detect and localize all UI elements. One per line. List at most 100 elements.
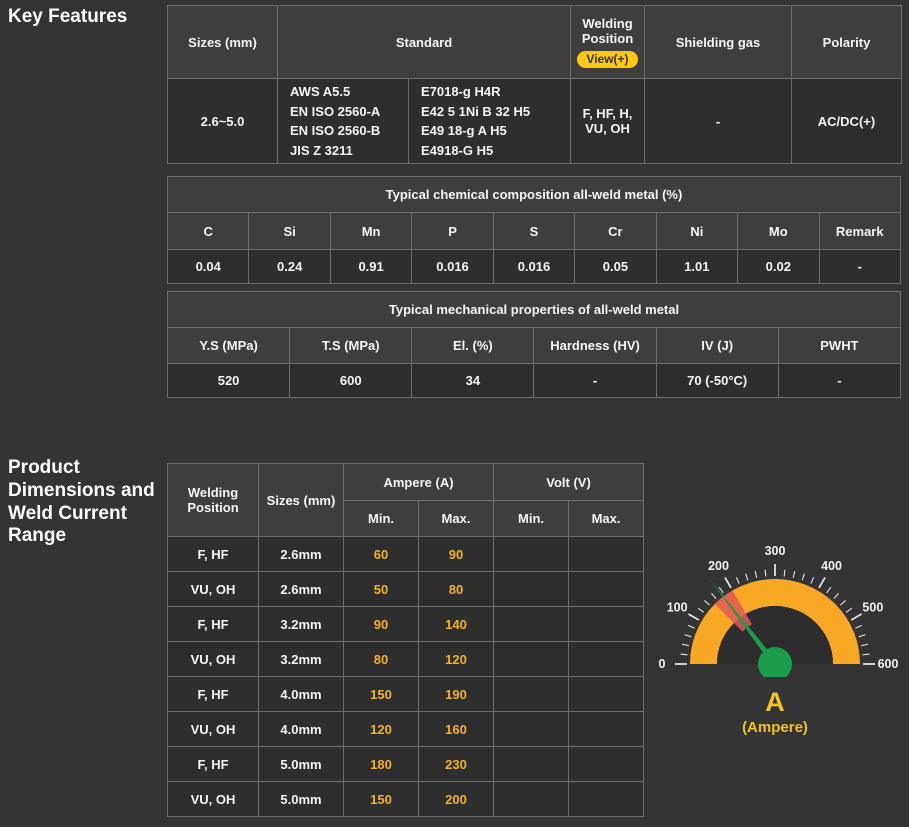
mech-value-cell: -	[534, 364, 656, 398]
ampere-min-cell: 120	[344, 712, 419, 747]
current-position-cell: VU, OH	[168, 782, 259, 817]
chem-header-cell: Mn	[330, 213, 411, 250]
current-table-row: VU, OH4.0mm120160	[168, 712, 644, 747]
chem-value-cell: 0.02	[738, 250, 819, 284]
volt-min-header: Min.	[494, 501, 569, 537]
current-position-cell: VU, OH	[168, 712, 259, 747]
chem-value-cell: 0.05	[575, 250, 656, 284]
current-table-row: F, HF4.0mm150190	[168, 677, 644, 712]
chem-value-cell: -	[819, 250, 901, 284]
mech-value-cell: 34	[412, 364, 534, 398]
gauge-minor-tick	[711, 593, 716, 598]
current-table-row: VU, OH5.0mm150200	[168, 782, 644, 817]
volt-min-cell	[494, 712, 569, 747]
chem-header-cell: Cr	[575, 213, 656, 250]
volt-max-cell	[569, 607, 644, 642]
gauge-major-tick	[688, 614, 698, 620]
gauge-tick-label: 600	[878, 657, 899, 671]
current-position-cell: F, HF	[168, 747, 259, 782]
gauge-minor-tick	[685, 635, 692, 637]
ampere-min-cell: 50	[344, 572, 419, 607]
current-position-cell: VU, OH	[168, 572, 259, 607]
chem-header-cell: P	[412, 213, 493, 250]
gauge-minor-tick	[746, 574, 748, 581]
ampere-max-cell: 90	[419, 537, 494, 572]
product-spec-page: Key Features Product Dimensions and Weld…	[0, 0, 909, 827]
chem-header-cell: Si	[249, 213, 330, 250]
ampere-max-cell: 160	[419, 712, 494, 747]
gauge-tick-label: 100	[667, 601, 688, 615]
ampere-min-header: Min.	[344, 501, 419, 537]
ampere-max-cell: 230	[419, 747, 494, 782]
current-table-row: F, HF5.0mm180230	[168, 747, 644, 782]
mech-value-cell: 600	[290, 364, 412, 398]
spec-header-polarity: Polarity	[792, 6, 902, 79]
volt-min-cell	[494, 642, 569, 677]
chem-header-cell: C	[168, 213, 249, 250]
ampere-min-cell: 150	[344, 782, 419, 817]
view-plus-button[interactable]: View(+)	[577, 51, 637, 68]
gauge-tick-label: 400	[821, 559, 842, 573]
ampere-max-cell: 140	[419, 607, 494, 642]
current-position-cell: F, HF	[168, 537, 259, 572]
current-size-cell: 3.2mm	[259, 607, 344, 642]
current-size-cell: 2.6mm	[259, 537, 344, 572]
volt-max-header: Max.	[569, 501, 644, 537]
ampere-min-cell: 80	[344, 642, 419, 677]
volt-max-cell	[569, 747, 644, 782]
current-table-row: F, HF2.6mm6090	[168, 537, 644, 572]
current-position-cell: F, HF	[168, 677, 259, 712]
spec-value-welding-position: F, HF, H, VU, OH	[571, 79, 645, 164]
current-position-cell: VU, OH	[168, 642, 259, 677]
chem-header-cell: Ni	[656, 213, 737, 250]
volt-max-cell	[569, 642, 644, 677]
chem-value-cell: 0.24	[249, 250, 330, 284]
ampere-max-cell: 200	[419, 782, 494, 817]
gauge-minor-tick	[765, 570, 766, 577]
mech-header-cell: El. (%)	[412, 328, 534, 364]
current-table-row: F, HF3.2mm90140	[168, 607, 644, 642]
gauge-minor-tick	[704, 600, 709, 605]
gauge-minor-tick	[855, 625, 861, 628]
current-header-ampere: Ampere (A)	[344, 464, 494, 501]
ampere-gauge: 0 100 200 300 400 500 600	[640, 537, 909, 677]
gauge-minor-tick	[840, 600, 845, 605]
volt-min-cell	[494, 537, 569, 572]
gauge-tick-label: 0	[659, 657, 666, 671]
gauge-tick-label: 500	[862, 601, 883, 615]
ampere-min-cell: 150	[344, 677, 419, 712]
chem-value-cell: 1.01	[656, 250, 737, 284]
mech-header-cell: Hardness (HV)	[534, 328, 656, 364]
gauge-minor-tick	[698, 608, 704, 612]
gauge-minor-tick	[793, 571, 794, 578]
chem-value-row: 0.040.240.910.0160.0160.051.010.02-	[168, 250, 901, 284]
gauge-minor-tick	[688, 625, 694, 628]
gauge-minor-tick	[834, 593, 839, 598]
volt-max-cell	[569, 677, 644, 712]
current-table-row: VU, OH3.2mm80120	[168, 642, 644, 677]
mechanical-properties-table: Typical mechanical properties of all-wel…	[167, 291, 901, 398]
mech-header-cell: T.S (MPa)	[290, 328, 412, 364]
gauge-minor-tick	[859, 635, 866, 637]
volt-max-cell	[569, 712, 644, 747]
mech-header-cell: IV (J)	[656, 328, 778, 364]
current-size-cell: 4.0mm	[259, 677, 344, 712]
spec-value-polarity: AC/DC(+)	[792, 79, 902, 164]
ampere-max-cell: 80	[419, 572, 494, 607]
chem-header-cell: Remark	[819, 213, 901, 250]
chem-header-row: CSiMnPSCrNiMoRemark	[168, 213, 901, 250]
ampere-min-cell: 180	[344, 747, 419, 782]
gauge-unit-symbol: A	[640, 689, 909, 716]
chem-header-cell: S	[493, 213, 574, 250]
current-size-cell: 5.0mm	[259, 747, 344, 782]
gauge-tick-label: 300	[765, 544, 786, 558]
weld-current-table: Welding Position Sizes (mm) Ampere (A) V…	[167, 463, 644, 817]
ampere-max-cell: 120	[419, 642, 494, 677]
chem-value-cell: 0.91	[330, 250, 411, 284]
gauge-minor-tick	[755, 571, 756, 578]
gauge-minor-tick	[827, 587, 831, 593]
gauge-tick-label: 200	[708, 559, 729, 573]
chem-value-cell: 0.016	[412, 250, 493, 284]
volt-min-cell	[494, 747, 569, 782]
current-size-cell: 2.6mm	[259, 572, 344, 607]
